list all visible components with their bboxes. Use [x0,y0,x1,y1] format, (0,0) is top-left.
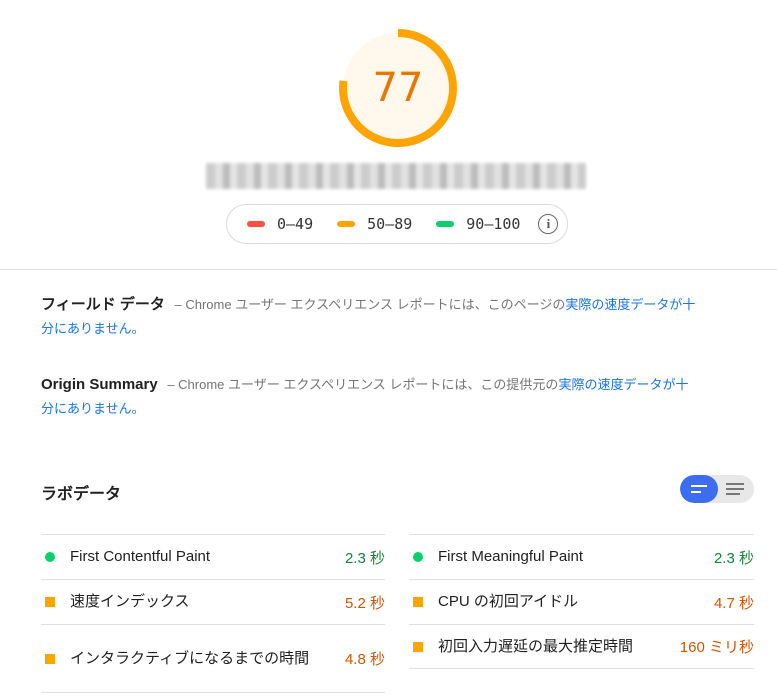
average-square-icon [413,641,423,652]
score-legend: 0–49 50–89 90–100 i [226,204,568,244]
legend-label-pass: 90–100 [466,215,521,233]
compact-lines-icon-line [691,491,701,493]
origin-summary-title: Origin Summary [41,376,158,393]
lab-data-title: ラボデータ [41,486,122,503]
expanded-lines-icon-line-2 [726,488,744,490]
origin-summary-text: – Chrome ユーザー エクスペリエンス レポートには、この提供元の [167,377,559,392]
info-icon[interactable]: i [538,214,559,234]
average-square-icon [45,653,55,664]
metric-name: First Contentful Paint [70,548,211,565]
metric-value: 2.3 秒 [713,549,754,567]
average-square-icon [45,597,55,607]
metric-value: 2.3 秒 [344,549,385,567]
metric-value: 4.7 秒 [713,594,754,612]
field-data-text: – Chrome ユーザー エクスペリエンス レポートには、このページの [174,297,566,312]
metric-value: 160 ミリ秒 [679,639,754,656]
pass-circle-icon [413,552,423,562]
legend-item-pass: 90–100 [436,215,520,233]
performance-score: 77 [372,65,424,111]
compact-view-button[interactable] [680,475,718,503]
expanded-view-button[interactable] [718,475,754,503]
compact-lines-icon [691,485,707,487]
metric-name: CPU の初回アイドル [438,593,579,610]
average-square-icon [413,597,423,607]
expanded-lines-icon-line-3 [726,493,740,495]
orange-bar-icon [337,221,356,227]
legend-item-average: 50–89 [337,215,412,233]
metric-row-fmp: First Meaningful Paint 2.3 秒 [409,534,754,579]
legend-label-fail: 0–49 [277,215,314,233]
legend-item-fail: 0–49 [247,215,313,233]
field-data-section: フィールド データ – Chrome ユーザー エクスペリエンス レポートには、… [41,293,701,341]
metric-name: First Meaningful Paint [438,548,584,565]
pass-circle-icon [45,552,55,562]
section-divider [0,269,777,270]
red-bar-icon [247,221,265,227]
metric-value: 5.2 秒 [344,594,385,612]
blurred-url [206,163,586,189]
metric-name: 速度インデックス [70,593,190,610]
metric-row-tti: インタラクティブになるまでの時間 4.8 秒 [41,624,385,693]
green-bar-icon [436,221,455,227]
field-data-title: フィールド データ [41,296,165,313]
metric-name: インタラクティブになるまでの時間 [70,649,310,667]
metric-row-fcp: First Contentful Paint 2.3 秒 [41,534,385,579]
metrics-view-toggle[interactable] [680,475,754,503]
metric-name: 初回入力遅延の最大推定時間 [438,637,634,655]
metric-row-speed-index: 速度インデックス 5.2 秒 [41,579,385,624]
metric-row-max-fid: 初回入力遅延の最大推定時間 160 ミリ秒 [409,624,754,669]
metric-value: 4.8 秒 [344,651,385,668]
origin-summary-section: Origin Summary – Chrome ユーザー エクスペリエンス レポ… [41,373,701,421]
expanded-lines-icon [726,483,744,485]
legend-label-average: 50–89 [367,215,413,233]
metric-row-first-cpu-idle: CPU の初回アイドル 4.7 秒 [409,579,754,624]
